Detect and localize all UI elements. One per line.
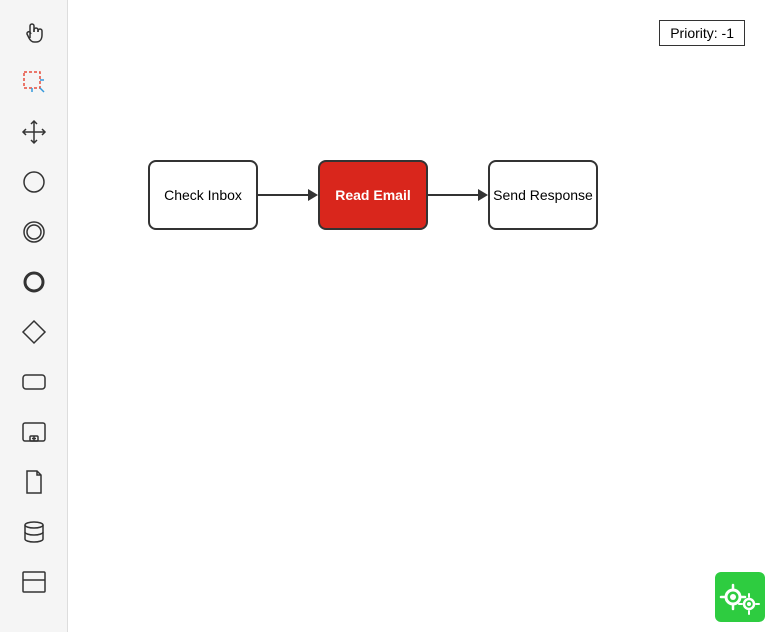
arrow-line-2 bbox=[428, 194, 478, 196]
arrow-head-2 bbox=[478, 189, 488, 201]
file-tool[interactable] bbox=[12, 460, 56, 504]
arrow-head-1 bbox=[308, 189, 318, 201]
task-tool[interactable] bbox=[12, 360, 56, 404]
send-response-node[interactable]: Send Response bbox=[488, 160, 598, 230]
end-event-tool[interactable] bbox=[12, 260, 56, 304]
send-response-label: Send Response bbox=[493, 187, 593, 203]
canvas-area: Priority: -1 Check Inbox Read Email Send… bbox=[68, 0, 775, 632]
gateway-tool[interactable] bbox=[12, 310, 56, 354]
pool-tool[interactable] bbox=[12, 560, 56, 604]
select-tool[interactable] bbox=[12, 60, 56, 104]
diagram: Check Inbox Read Email Send Response bbox=[148, 160, 598, 230]
arrow-1 bbox=[258, 189, 318, 201]
read-email-node[interactable]: Read Email bbox=[318, 160, 428, 230]
sidebar bbox=[0, 0, 68, 632]
intermediate-event-tool[interactable] bbox=[12, 210, 56, 254]
database-tool[interactable] bbox=[12, 510, 56, 554]
arrow-2 bbox=[428, 189, 488, 201]
move-tool[interactable] bbox=[12, 110, 56, 154]
priority-badge: Priority: -1 bbox=[659, 20, 745, 46]
hand-tool[interactable] bbox=[12, 10, 56, 54]
priority-label: Priority: -1 bbox=[670, 25, 734, 41]
arrow-line-1 bbox=[258, 194, 308, 196]
check-inbox-label: Check Inbox bbox=[164, 187, 242, 203]
subprocess-tool[interactable] bbox=[12, 410, 56, 454]
start-event-tool[interactable] bbox=[12, 160, 56, 204]
check-inbox-node[interactable]: Check Inbox bbox=[148, 160, 258, 230]
read-email-label: Read Email bbox=[335, 187, 410, 203]
bpmn-logo bbox=[715, 572, 765, 622]
